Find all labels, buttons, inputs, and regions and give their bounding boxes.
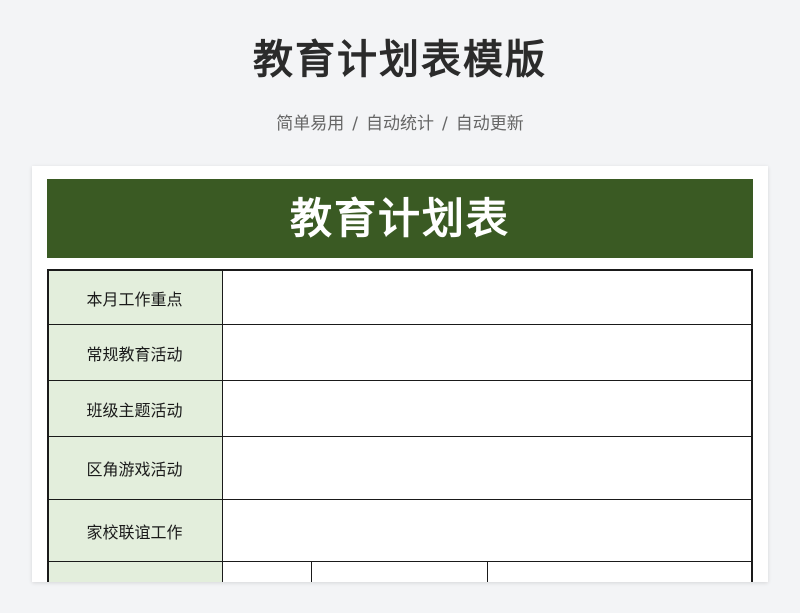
table-row: 家校联谊工作 bbox=[47, 500, 753, 562]
column-divider bbox=[487, 562, 488, 582]
row-value-cell[interactable] bbox=[223, 325, 753, 380]
column-divider bbox=[311, 562, 312, 582]
subtitle: 简单易用 / 自动统计 / 自动更新 bbox=[0, 112, 800, 136]
spreadsheet-card: 教育计划表 本月工作重点 常规教育活动 班级主题活动 区角游戏活动 家校联谊工作 bbox=[32, 166, 768, 582]
row-label: 区角游戏活动 bbox=[47, 437, 223, 499]
row-label: 班级主题活动 bbox=[47, 381, 223, 436]
table-row: 本月工作重点 bbox=[47, 269, 753, 325]
subtitle-separator: / bbox=[352, 114, 358, 134]
table-left-border bbox=[47, 269, 49, 582]
row-label: 本月工作重点 bbox=[47, 271, 223, 324]
plan-table: 本月工作重点 常规教育活动 班级主题活动 区角游戏活动 家校联谊工作 bbox=[47, 269, 753, 582]
table-row: 常规教育活动 bbox=[47, 325, 753, 381]
subtitle-separator: / bbox=[442, 114, 448, 134]
table-row: 区角游戏活动 bbox=[47, 437, 753, 500]
table-row-partial bbox=[47, 562, 753, 582]
row-value-cell[interactable] bbox=[223, 271, 753, 324]
subtitle-item-auto-stats: 自动统计 bbox=[366, 114, 434, 134]
sheet-title: 教育计划表 bbox=[47, 179, 753, 258]
table-row: 班级主题活动 bbox=[47, 381, 753, 437]
row-value-cell[interactable] bbox=[223, 437, 753, 499]
row-value-cell[interactable] bbox=[223, 500, 753, 561]
subtitle-item-easy: 简单易用 bbox=[276, 114, 345, 134]
row-label: 家校联谊工作 bbox=[47, 500, 223, 561]
table-right-border bbox=[751, 269, 753, 582]
subtitle-item-auto-update: 自动更新 bbox=[455, 114, 524, 134]
row-value-cell[interactable] bbox=[223, 562, 753, 582]
page-title: 教育计划表模版 bbox=[253, 37, 547, 83]
row-label: 常规教育活动 bbox=[47, 325, 223, 380]
row-label-empty bbox=[47, 562, 223, 582]
row-value-cell[interactable] bbox=[223, 381, 753, 436]
